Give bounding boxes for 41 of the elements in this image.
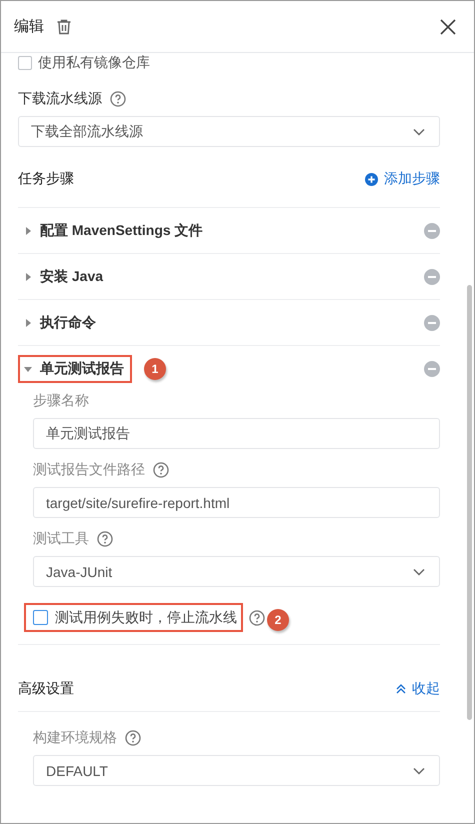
chevron-down-icon [413, 568, 425, 576]
step-header[interactable]: 执行命令 [18, 308, 104, 336]
input-field[interactable]: target/site/surefire-report.html [33, 487, 440, 518]
field-label: 下载流水线源 [18, 90, 102, 108]
step-header[interactable]: 单元测试报告 [18, 354, 132, 382]
select-field[interactable]: Java-JUnit [33, 556, 440, 587]
select-field[interactable]: 下载全部流水线源 [18, 116, 440, 147]
help-icon[interactable] [125, 730, 141, 746]
caret-icon [24, 364, 32, 372]
add-step-button[interactable]: 添加步骤 [365, 170, 440, 188]
callout-badge: 1 [144, 358, 166, 380]
double-chevron-icon [396, 684, 406, 694]
section-title: 任务步骤 [18, 170, 74, 188]
help-icon[interactable] [153, 462, 169, 478]
input-field[interactable]: 单元测试报告 [33, 418, 440, 449]
help-icon[interactable] [249, 610, 265, 626]
step-header[interactable]: 安装 Java [18, 262, 112, 290]
field-label: 测试工具 [33, 530, 89, 548]
caret-icon [24, 272, 32, 280]
field-label: 构建环境规格 [33, 729, 117, 747]
field-label: 步骤名称 [33, 392, 89, 410]
field-label: 测试报告文件路径 [33, 461, 145, 479]
scrollbar-thumb[interactable] [467, 285, 472, 720]
chevron-down-icon [413, 128, 425, 136]
caret-icon [24, 226, 32, 234]
callout-badge: 2 [267, 608, 289, 630]
chevron-down-icon [413, 766, 425, 774]
help-icon[interactable] [110, 91, 126, 107]
plus-icon [365, 172, 378, 186]
checkbox-option[interactable]: 测试用例失败时，停止流水线 [24, 603, 243, 632]
help-icon[interactable] [97, 531, 113, 547]
trash-icon[interactable] [56, 18, 72, 34]
caret-icon [24, 318, 32, 326]
collapse-button[interactable]: 收起 [396, 680, 440, 698]
select-field[interactable]: DEFAULT [33, 755, 440, 786]
section-title: 高级设置 [18, 680, 74, 698]
checkbox-label: 使用私有镜像仓库 [38, 54, 150, 72]
close-icon[interactable] [440, 18, 456, 34]
step-header[interactable]: 配置 MavenSettings 文件 [18, 216, 211, 244]
panel-title: 编辑 [14, 17, 44, 36]
checkbox[interactable] [18, 56, 32, 70]
